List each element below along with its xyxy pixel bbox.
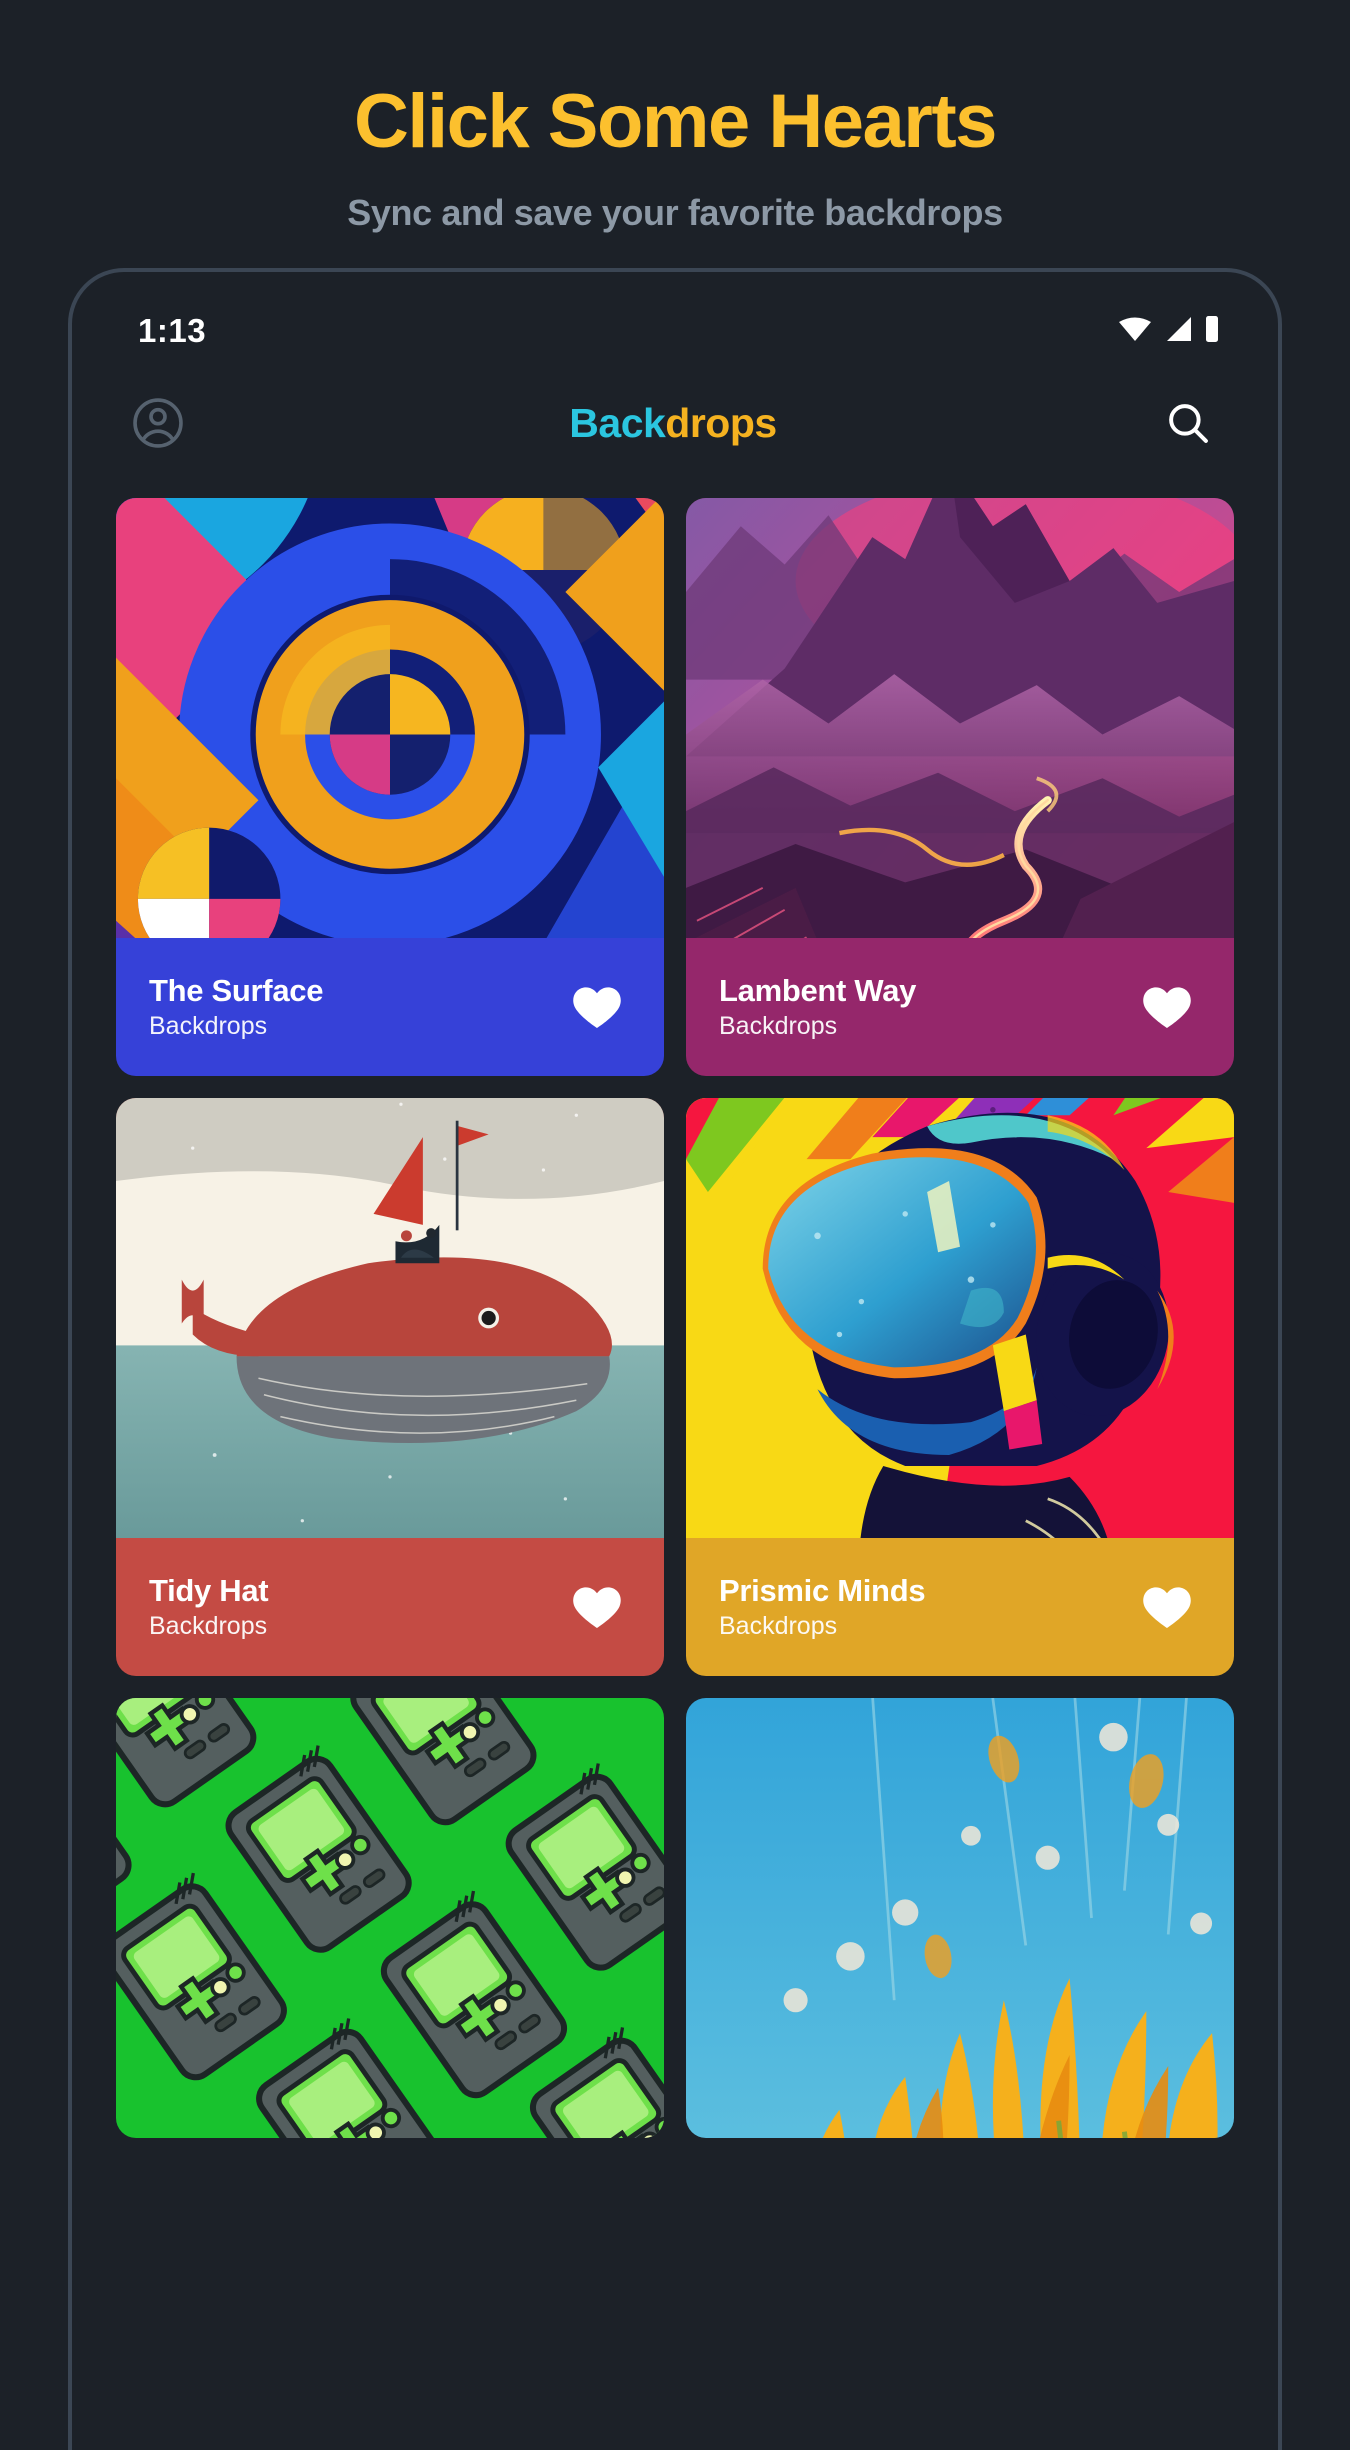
wallpaper-card[interactable]: Lambent Way Backdrops [686, 498, 1234, 1076]
red-whale-boat-art[interactable] [116, 1098, 664, 1538]
promo-page: Click Some Hearts Sync and save your fav… [0, 0, 1350, 2450]
geometric-circles-art[interactable] [116, 498, 664, 938]
wallpaper-caption: Lambent Way Backdrops [686, 938, 1234, 1076]
app-title-part-1: Back [569, 399, 666, 446]
heart-filled-icon[interactable] [560, 970, 634, 1044]
promo-header: Click Some Hearts Sync and save your fav… [0, 0, 1350, 234]
wallpaper-name: The Surface [149, 972, 324, 1008]
heart-filled-icon[interactable] [560, 1570, 634, 1644]
wallpaper-caption: Tidy Hat Backdrops [116, 1538, 664, 1676]
search-icon[interactable] [1154, 389, 1222, 457]
wallpaper-card[interactable]: Tidy Hat Backdrops [116, 1098, 664, 1676]
phone-screen: 1:13 Backdrops The Surface Backdrops Lam… [72, 272, 1278, 2450]
promo-subtitle: Sync and save your favorite backdrops [347, 191, 1003, 233]
yellow-poppy-flowers-art[interactable] [686, 1698, 1234, 2138]
app-title: Backdrops [569, 399, 777, 447]
wallpaper-collection: Backdrops [149, 1611, 268, 1640]
account-circle-icon[interactable] [124, 389, 192, 457]
pop-astronaut-art[interactable] [686, 1098, 1234, 1538]
wallpaper-card[interactable]: Prismic Minds Backdrops [686, 1098, 1234, 1676]
caption-text: Lambent Way Backdrops [719, 972, 917, 1041]
wallpaper-card[interactable] [116, 1698, 664, 2138]
heart-filled-icon[interactable] [1130, 1570, 1204, 1644]
app-bar: Backdrops [72, 364, 1278, 482]
promo-title: Click Some Hearts [354, 79, 997, 164]
wallpaper-name: Lambent Way [719, 972, 917, 1008]
wallpaper-collection: Backdrops [719, 1611, 838, 1640]
wallpaper-grid: The Surface Backdrops Lambent Way Backdr… [72, 482, 1278, 2138]
phone-frame: 1:13 Backdrops The Surface Backdrops Lam… [68, 268, 1282, 2450]
app-title-part-2: drops [665, 399, 777, 446]
wallpaper-caption: Prismic Minds Backdrops [686, 1538, 1234, 1676]
wallpaper-collection: Backdrops [719, 1011, 838, 1040]
caption-text: The Surface Backdrops [149, 972, 324, 1041]
wallpaper-card[interactable] [686, 1698, 1234, 2138]
wallpaper-card[interactable]: The Surface Backdrops [116, 498, 664, 1076]
wallpaper-caption: The Surface Backdrops [116, 938, 664, 1076]
caption-text: Prismic Minds Backdrops [719, 1572, 926, 1641]
wallpaper-name: Prismic Minds [719, 1572, 926, 1608]
green-handheld-consoles-art[interactable] [116, 1698, 664, 2138]
status-bar: 1:13 [72, 272, 1278, 364]
status-icons [1118, 315, 1220, 348]
cellular-signal-icon [1163, 316, 1193, 347]
purple-mountain-art[interactable] [686, 498, 1234, 938]
status-time: 1:13 [138, 312, 207, 349]
wifi-icon [1118, 316, 1152, 347]
heart-filled-icon[interactable] [1130, 970, 1204, 1044]
battery-icon [1204, 315, 1220, 348]
caption-text: Tidy Hat Backdrops [149, 1572, 269, 1641]
wallpaper-name: Tidy Hat [149, 1572, 269, 1608]
wallpaper-collection: Backdrops [149, 1011, 268, 1040]
